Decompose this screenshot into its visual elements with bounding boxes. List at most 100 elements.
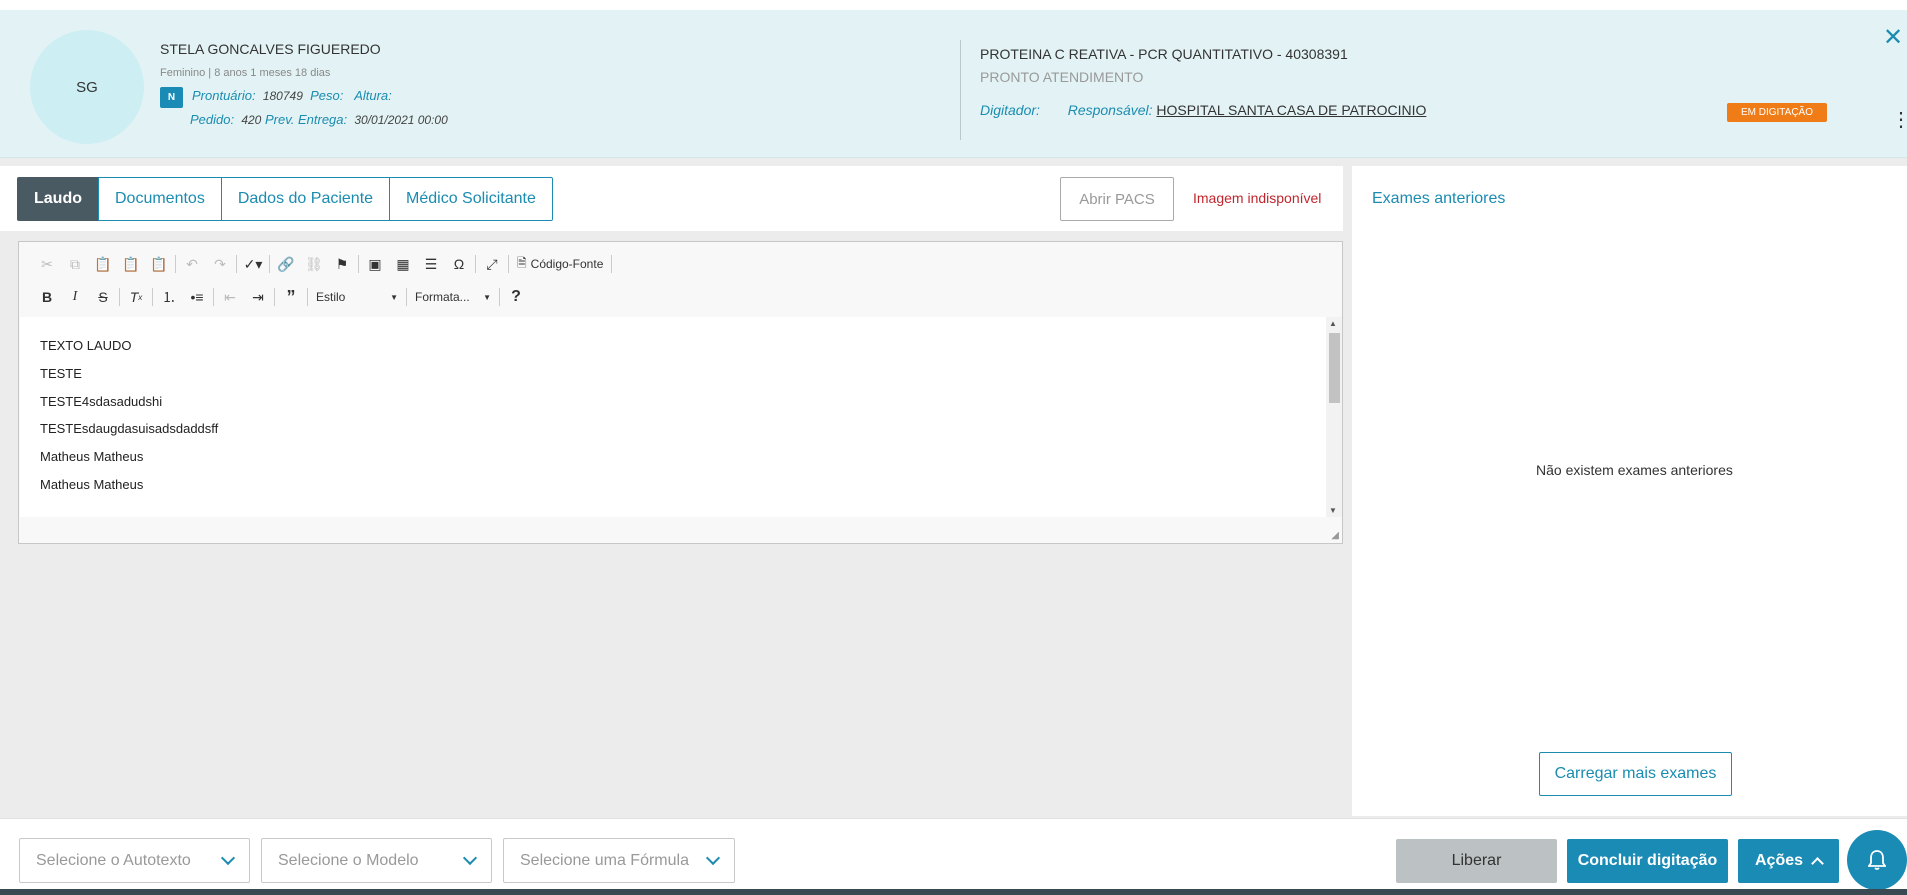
patient-header: SG STELA GONCALVES FIGUEREDO Feminino | …: [0, 10, 1907, 158]
status-badge: EM DIGITAÇÃO: [1727, 103, 1827, 122]
entrega-value: 30/01/2021 00:00: [354, 113, 448, 127]
prontuario-row: Prontuário: 180749 Peso: Altura:: [192, 88, 392, 103]
maximize-icon[interactable]: ⤢: [478, 252, 506, 276]
resize-handle-icon[interactable]: ◢: [1331, 530, 1339, 541]
more-options-icon[interactable]: ⋮: [1891, 110, 1907, 130]
finish-typing-button[interactable]: Concluir digitação: [1567, 839, 1728, 883]
entrega-label: Prev. Entrega:: [264, 112, 348, 127]
paste-word-icon[interactable]: 📋: [145, 252, 173, 276]
bold-icon[interactable]: B: [33, 285, 61, 309]
pedido-value: 420: [241, 113, 262, 127]
undo-icon[interactable]: ↶: [178, 252, 206, 276]
tab-medico-solicitante[interactable]: Médico Solicitante: [389, 177, 553, 221]
header-divider: [960, 40, 961, 140]
link-icon[interactable]: 🔗: [272, 252, 300, 276]
digitador-row: Digitador: Responsável: HOSPITAL SANTA C…: [980, 102, 1426, 118]
editor-line: Matheus Matheus: [40, 449, 144, 464]
source-code-label: Código-Fonte: [530, 257, 604, 271]
model-placeholder: Selecione o Modelo: [278, 851, 419, 869]
italic-icon[interactable]: I: [61, 285, 89, 309]
actions-label: Ações: [1754, 852, 1804, 869]
altura-label: Altura:: [354, 88, 392, 103]
exam-subtitle: PRONTO ATENDIMENTO: [980, 69, 1144, 85]
report-editor: ✂ ⧉ 📋 📋 📋 ↶ ↷ ✓▾ 🔗 ⛓ ⚑ ▣ ▦ ☰ Ω ⤢ 🗎 Códig…: [18, 241, 1343, 544]
unlink-icon[interactable]: ⛓: [300, 252, 328, 276]
paste-text-icon[interactable]: 📋: [117, 252, 145, 276]
autotext-placeholder: Selecione o Autotexto: [36, 851, 191, 869]
indent-icon[interactable]: ⇥: [244, 285, 272, 309]
close-icon[interactable]: ✕: [1883, 26, 1903, 50]
patient-info: Feminino | 8 anos 1 meses 18 dias: [160, 67, 331, 79]
tab-dados-paciente[interactable]: Dados do Paciente: [220, 177, 391, 221]
actions-button[interactable]: Ações: [1738, 839, 1839, 883]
help-icon[interactable]: ?: [502, 285, 530, 309]
pedido-label: Pedido:: [190, 112, 235, 127]
caret-down-icon: ▼: [390, 292, 398, 302]
digitador-label: Digitador:: [980, 102, 1040, 118]
previous-exams-panel: [1352, 166, 1907, 816]
release-button[interactable]: Liberar: [1396, 839, 1557, 883]
notifications-bell-icon[interactable]: [1847, 830, 1907, 890]
tab-documentos[interactable]: Documentos: [98, 177, 222, 221]
chevron-up-icon: [1811, 857, 1824, 870]
responsavel-value[interactable]: HOSPITAL SANTA CASA DE PATROCINIO: [1156, 102, 1426, 118]
horizontal-rule-icon[interactable]: ☰: [417, 252, 445, 276]
scroll-up-icon[interactable]: ▲: [1329, 319, 1337, 328]
format-combo[interactable]: Formata... ▼: [409, 285, 497, 309]
spellcheck-icon[interactable]: ✓▾: [239, 252, 267, 276]
style-combo-label: Estilo: [316, 290, 346, 304]
patient-badge: N: [160, 87, 183, 108]
redo-icon[interactable]: ↷: [206, 252, 234, 276]
outdent-icon[interactable]: ⇤: [216, 285, 244, 309]
formula-select[interactable]: Selecione uma Fórmula: [503, 838, 735, 883]
copy-icon[interactable]: ⧉: [61, 252, 89, 276]
top-strip: [0, 0, 1907, 10]
chevron-down-icon: [462, 850, 478, 866]
avatar: SG: [30, 30, 144, 144]
bottom-bar: [0, 889, 1907, 895]
responsavel-label: Responsável:: [1067, 102, 1153, 118]
scrollbar-thumb[interactable]: [1329, 333, 1340, 403]
exam-title: PROTEINA C REATIVA - PCR QUANTITATIVO - …: [980, 46, 1348, 62]
source-code-button[interactable]: 🗎 Código-Fonte: [511, 252, 609, 276]
anchor-flag-icon[interactable]: ⚑: [328, 252, 356, 276]
remove-format-icon[interactable]: Tx: [122, 285, 150, 309]
toolbar-row-2: B I S Tx ⒈ •≡ ⇤ ⇥ ” Estilo ▼ Formata... …: [33, 285, 530, 309]
special-char-icon[interactable]: Ω: [445, 252, 473, 276]
blockquote-icon[interactable]: ”: [277, 285, 305, 309]
prontuario-label: Prontuário:: [192, 88, 256, 103]
image-unavailable-text: Imagem indisponível: [1193, 190, 1322, 206]
chevron-down-icon: [705, 850, 721, 866]
editor-line: TEXTO LAUDO: [40, 338, 132, 353]
model-select[interactable]: Selecione o Modelo: [261, 838, 492, 883]
editor-line: TESTE: [40, 366, 82, 381]
editor-line: TESTEsdaugdasuisadsdaddsff: [40, 421, 219, 436]
chevron-down-icon: [220, 850, 236, 866]
patient-name: STELA GONCALVES FIGUEREDO: [160, 41, 381, 57]
pedido-row: Pedido: 420 Prev. Entrega: 30/01/2021 00…: [190, 112, 448, 127]
editor-scrollbar[interactable]: ▲ ▼: [1326, 317, 1342, 517]
source-code-icon: 🗎: [517, 255, 527, 270]
bulleted-list-icon[interactable]: •≡: [183, 285, 211, 309]
format-combo-label: Formata...: [415, 290, 470, 304]
paste-icon[interactable]: 📋: [89, 252, 117, 276]
autotext-select[interactable]: Selecione o Autotexto: [19, 838, 250, 883]
scroll-down-icon[interactable]: ▼: [1329, 506, 1337, 515]
peso-label: Peso:: [310, 88, 344, 103]
load-more-button[interactable]: Carregar mais exames: [1539, 752, 1732, 796]
editor-line: TESTE4sdasadudshi: [40, 394, 163, 409]
image-icon[interactable]: ▣: [361, 252, 389, 276]
caret-down-icon: ▼: [483, 292, 491, 302]
numbered-list-icon[interactable]: ⒈: [155, 285, 183, 309]
open-pacs-button[interactable]: Abrir PACS: [1060, 177, 1174, 221]
tab-laudo[interactable]: Laudo: [17, 177, 99, 221]
style-combo[interactable]: Estilo ▼: [310, 285, 404, 309]
previous-exams-title: Exames anteriores: [1372, 190, 1506, 207]
table-icon[interactable]: ▦: [389, 252, 417, 276]
previous-exams-empty: Não existem exames anteriores: [1536, 462, 1733, 478]
formula-placeholder: Selecione uma Fórmula: [520, 851, 689, 869]
prontuario-value: 180749: [262, 89, 303, 103]
editor-content[interactable]: TEXTO LAUDO TESTE TESTE4sdasadudshi TEST…: [20, 317, 1326, 517]
cut-icon[interactable]: ✂: [33, 252, 61, 276]
strikethrough-icon[interactable]: S: [89, 285, 117, 309]
